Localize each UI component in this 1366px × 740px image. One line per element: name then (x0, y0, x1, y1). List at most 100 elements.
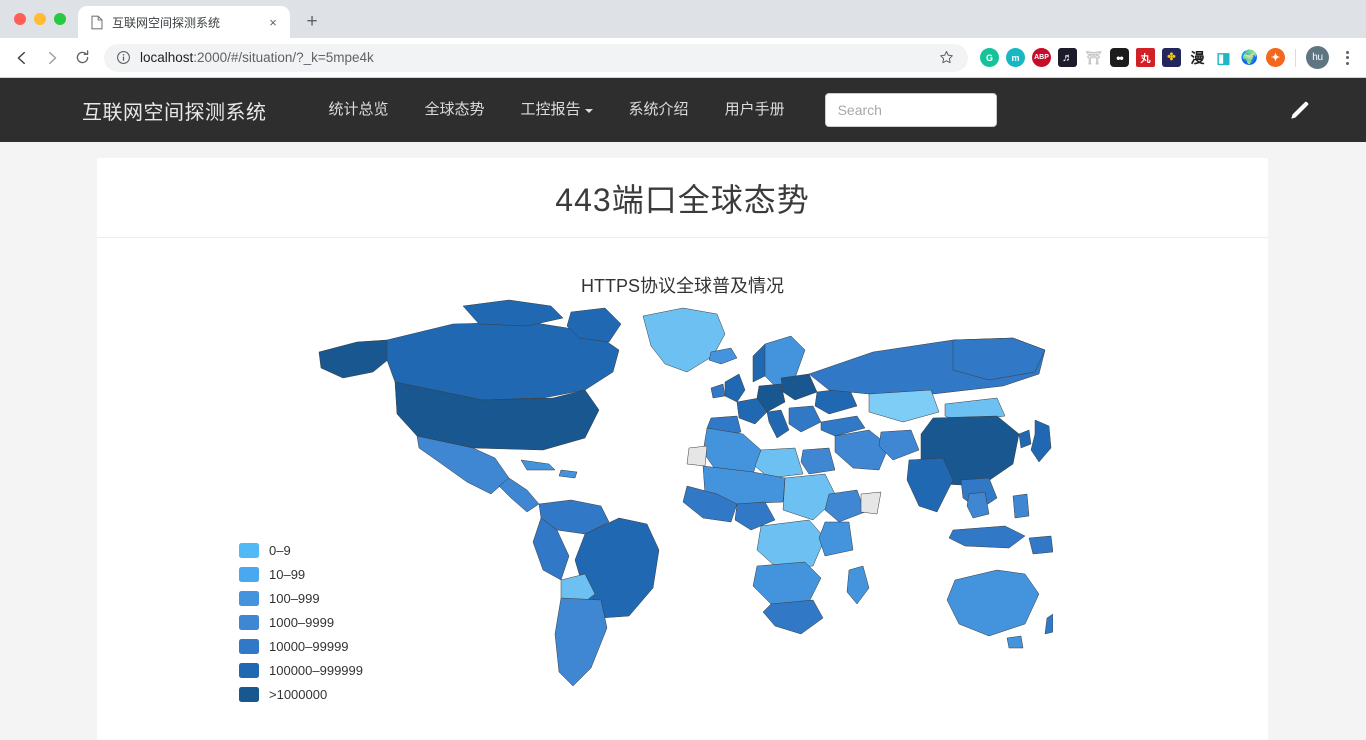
region-hispaniola (558, 469, 577, 479)
region-somalia (860, 491, 881, 515)
legend-label: 100000–999999 (269, 663, 363, 678)
kebab-menu-icon[interactable] (1336, 50, 1358, 65)
nav-item-ics-report[interactable]: 工控报告 (503, 78, 611, 142)
nav-item-label: 统计总览 (328, 101, 389, 118)
legend-label: 10–99 (269, 567, 306, 582)
globe-extension-icon[interactable]: 🌍 (1240, 48, 1259, 67)
book-extension-icon[interactable]: ◨ (1214, 48, 1233, 67)
region-egypt (800, 447, 835, 475)
region-korea (1018, 429, 1031, 449)
legend-item[interactable]: 100–999 (239, 591, 363, 606)
manga-extension-icon[interactable]: 漫 (1188, 48, 1207, 67)
nav-item-label: 全球态势 (424, 101, 485, 118)
profile-avatar[interactable]: hu (1306, 46, 1329, 69)
new-tab-button[interactable]: + (298, 8, 326, 36)
legend-label: 10000–99999 (269, 639, 349, 654)
nav-item-statistics[interactable]: 统计总览 (311, 78, 407, 142)
legend-item[interactable]: 10–99 (239, 567, 363, 582)
search-input[interactable] (824, 93, 997, 127)
choropleth-map[interactable] (313, 298, 1053, 698)
red-seal-extension-icon[interactable]: 丸 (1136, 48, 1155, 67)
search-container (824, 93, 997, 127)
legend-swatch (239, 591, 259, 606)
region-united-kingdom (724, 373, 745, 403)
legend-item[interactable]: 1000–9999 (239, 615, 363, 630)
window-controls (10, 0, 78, 38)
browser-toolbar: localhost:2000/#/situation/?_k=5mpe4k G … (0, 38, 1366, 78)
legend-swatch (239, 543, 259, 558)
region-philippines (1012, 493, 1029, 519)
app-brand[interactable]: 互联网空间探测系统 (82, 96, 267, 125)
sitemap-extension-icon[interactable]: ⛩ (1084, 48, 1103, 67)
region-papua-new-guinea (1028, 535, 1053, 555)
region-new-zealand (1044, 613, 1053, 635)
region-alaska (318, 339, 395, 379)
region-tasmania (1006, 635, 1023, 649)
region-argentina-chile (554, 597, 607, 687)
legend-label: 0–9 (269, 543, 291, 558)
grammarly-extension-icon[interactable]: G (980, 48, 999, 67)
browser-window: 互联网空间探测系统 × + localhost:2000/#/situation… (0, 0, 1366, 740)
content-panel: 443端口全球态势 HTTPS协议全球普及情况 0–9 10–99 100–99… (97, 158, 1268, 740)
reload-icon[interactable] (68, 44, 96, 72)
minimize-window-button[interactable] (34, 13, 46, 25)
legend-label: 1000–9999 (269, 615, 335, 630)
region-east-africa (818, 521, 853, 557)
extensions-bar: G m ABP ♬ ⛩ •• 丸 ✤ 漫 ◨ 🌍 ✦ hu (976, 46, 1358, 69)
legend-swatch (239, 615, 259, 630)
glasses-extension-icon[interactable]: •• (1110, 48, 1129, 67)
nav-item-label: 系统介绍 (628, 101, 689, 118)
region-italy (766, 409, 789, 439)
map-legend: 0–9 10–99 100–999 1000–9999 10000–99999 … (239, 543, 363, 702)
region-indochina (966, 491, 989, 519)
region-greenland (642, 307, 725, 373)
compass-extension-icon[interactable]: ✤ (1162, 48, 1181, 67)
page-viewport: 互联网空间探测系统 统计总览 全球态势 工控报告 系统介绍 用户手册 Searc… (0, 78, 1366, 740)
chart-title: HTTPS协议全球普及情况 (580, 276, 784, 296)
pencil-icon[interactable] (1284, 95, 1314, 125)
legend-swatch (239, 567, 259, 582)
region-western-sahara (686, 445, 707, 467)
momentum-extension-icon[interactable]: m (1006, 48, 1025, 67)
tab-title: 互联网空间探测系统 (112, 15, 221, 30)
app-navbar: 互联网空间探测系统 统计总览 全球态势 工控报告 系统介绍 用户手册 (0, 78, 1366, 142)
info-circle-icon[interactable] (116, 50, 131, 65)
legend-item[interactable]: 100000–999999 (239, 663, 363, 678)
region-indonesia (948, 525, 1025, 549)
region-kazakhstan (868, 389, 939, 423)
tab-strip: 互联网空间探测系统 × + (0, 0, 1366, 38)
nav-item-label: 工控报告 (520, 101, 581, 118)
browser-tab[interactable]: 互联网空间探测系统 × (78, 6, 290, 38)
star-icon[interactable] (934, 46, 958, 70)
music-extension-icon[interactable]: ♬ (1058, 48, 1077, 67)
page-icon (90, 15, 104, 30)
region-ireland (710, 383, 725, 399)
close-tab-button[interactable]: × (264, 13, 282, 31)
arrow-right-icon[interactable] (38, 44, 66, 72)
region-norway (752, 343, 765, 383)
region-south-africa (762, 599, 823, 635)
address-bar[interactable]: localhost:2000/#/situation/?_k=5mpe4k (104, 43, 968, 72)
legend-label: 100–999 (269, 591, 320, 606)
region-balkans (788, 405, 821, 433)
nav-item-user-manual[interactable]: 用户手册 (707, 78, 803, 142)
chevron-down-icon (584, 109, 593, 113)
region-cuba (520, 459, 555, 471)
gear-orange-extension-icon[interactable]: ✦ (1266, 48, 1285, 67)
close-window-button[interactable] (14, 13, 26, 25)
maximize-window-button[interactable] (54, 13, 66, 25)
region-india (906, 457, 953, 513)
arrow-left-icon[interactable] (8, 44, 36, 72)
legend-item[interactable]: 10000–99999 (239, 639, 363, 654)
region-congo (756, 519, 825, 569)
world-map-chart: 0–9 10–99 100–999 1000–9999 10000–99999 … (97, 298, 1268, 740)
legend-item[interactable]: >1000000 (239, 687, 363, 702)
legend-swatch (239, 663, 259, 678)
main-nav: 统计总览 全球态势 工控报告 系统介绍 用户手册 (311, 78, 803, 142)
region-poland-baltics (780, 373, 817, 401)
adblock-plus-extension-icon[interactable]: ABP (1032, 48, 1051, 67)
nav-item-system-intro[interactable]: 系统介绍 (611, 78, 707, 142)
legend-item[interactable]: 0–9 (239, 543, 363, 558)
nav-item-global-situation[interactable]: 全球态势 (407, 78, 503, 142)
region-angola-zambia (752, 561, 821, 605)
